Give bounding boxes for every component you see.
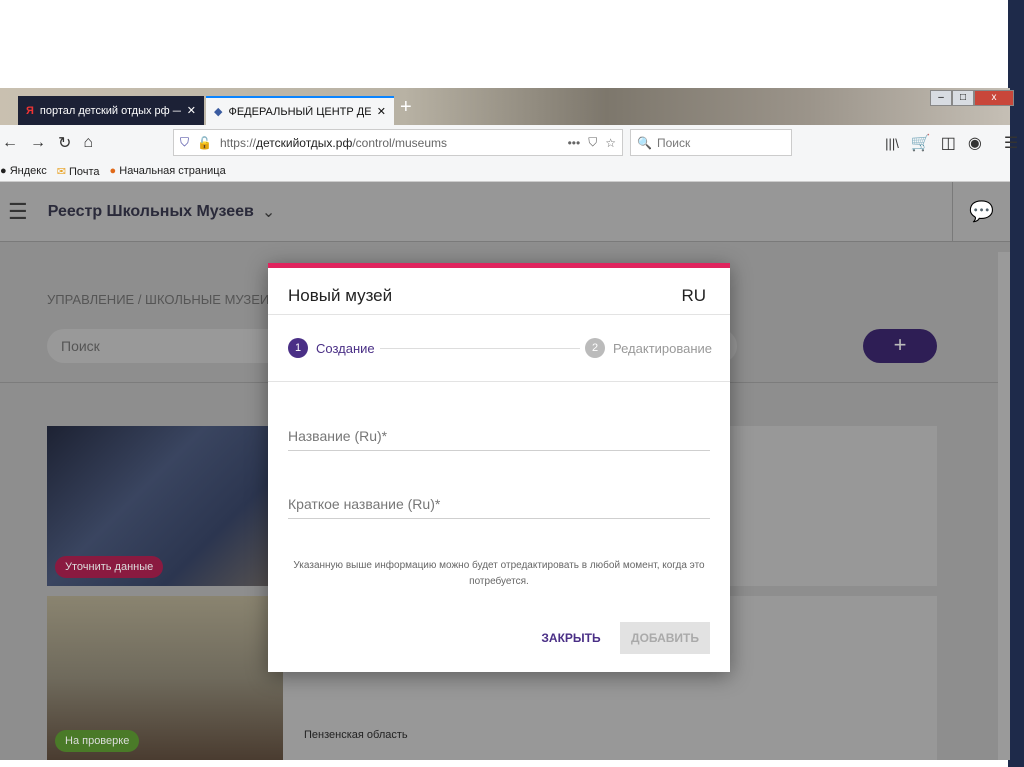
step-label: Создание (316, 340, 375, 356)
app-title: Реестр Школьных Музеев (47, 202, 254, 220)
tab-active[interactable]: ◆ ФЕДЕРАЛЬНЫЙ ЦЕНТР ДЕТС ✕ (206, 96, 394, 125)
dialog-title: Новый музей (288, 286, 393, 305)
url-bar[interactable]: ⛉ 🔓 https://детскийотдых.рф/control/museum… (173, 129, 623, 156)
name-field[interactable]: Название (Ru)* (288, 428, 710, 451)
status-badge: На проверке (55, 730, 140, 752)
site-icon: ◆ (214, 106, 223, 118)
step-number: 1 (288, 338, 308, 358)
url-text: https://детскийотдых.рф/control/museums (219, 135, 448, 150)
divider (268, 314, 730, 315)
star-icon[interactable]: ☆ (605, 136, 616, 150)
short-name-field[interactable]: Краткое название (Ru)* (288, 496, 710, 519)
chevron-down-icon[interactable]: ⌄ (262, 202, 275, 222)
home-icon[interactable]: ⌂ (83, 134, 93, 152)
close-tab-icon[interactable]: ✕ (187, 104, 196, 117)
reload-icon[interactable]: ↻ (58, 133, 71, 153)
browser-search[interactable]: 🔍 Поиск (630, 129, 792, 156)
scrollbar[interactable] (998, 252, 1010, 760)
step-number: 2 (585, 338, 605, 358)
lock-icon: 🔓 (197, 135, 212, 150)
pocket-icon[interactable]: ⛉ (588, 135, 597, 150)
step-create: 1 Создание (288, 338, 375, 358)
more-icon[interactable]: ••• (568, 136, 581, 150)
cart-icon[interactable]: 🛒 (911, 133, 931, 153)
bookmark-home[interactable]: ● Начальная страница (110, 165, 226, 177)
search-icon: 🔍 (637, 135, 652, 150)
step-connector (380, 348, 580, 349)
step-label: Редактирование (613, 340, 713, 356)
close-window-button[interactable]: x (974, 90, 1014, 106)
status-badge: Уточнить данные (55, 556, 164, 578)
app-header: ☰ Реестр Школьных Музеев ⌄ 💬 (0, 182, 1010, 242)
sidebar-icon[interactable]: ◫ (941, 133, 956, 153)
bookmark-mail[interactable]: ✉ Почта (57, 165, 100, 178)
divider (268, 381, 730, 382)
close-tab-icon[interactable]: ✕ (377, 105, 386, 118)
back-icon[interactable]: ← (2, 134, 18, 152)
shield-icon: ⛉ (180, 135, 190, 149)
hamburger-icon[interactable]: ☰ (8, 199, 28, 225)
library-icon[interactable]: |||\ (885, 136, 899, 151)
add-museum-button[interactable]: + (863, 329, 937, 363)
yandex-icon: Я (26, 104, 34, 117)
forward-icon[interactable]: → (30, 134, 46, 152)
bookmarks-bar: ● Яндекс ✉ Почта ● Начальная страница (0, 161, 1010, 182)
window-controls: – □ x (930, 90, 1014, 106)
chat-icon[interactable]: 💬 (952, 182, 1010, 242)
tab-label: ФЕДЕРАЛЬНЫЙ ЦЕНТР ДЕТС (228, 105, 371, 118)
info-note: Указанную выше информацию можно будет от… (293, 560, 705, 587)
region-text: Пензенская область (304, 729, 408, 741)
breadcrumb: УПРАВЛЕНИЕ / ШКОЛЬНЫЕ МУЗЕИ (47, 292, 270, 307)
close-button[interactable]: ЗАКРЫТЬ (536, 622, 606, 654)
bookmark-yandex[interactable]: ● Яндекс (0, 165, 47, 177)
tab-label: портал детский отдых рф — Я (39, 104, 181, 117)
menu-icon[interactable]: ☰ (1004, 133, 1018, 153)
minimize-button[interactable]: – (930, 90, 952, 106)
language-selector[interactable]: RU (681, 286, 706, 306)
new-tab-button[interactable]: + (400, 96, 412, 119)
new-museum-dialog: Новый музей RU 1 Создание 2 Редактирование… (268, 263, 730, 672)
search-placeholder: Поиск (656, 135, 691, 150)
account-icon[interactable]: ◉ (968, 133, 982, 153)
slide-edge (1008, 0, 1024, 767)
maximize-button[interactable]: □ (952, 90, 974, 106)
tab-yandex[interactable]: Япортал детский отдых рф — Я ✕ (18, 96, 204, 125)
step-edit: 2 Редактирование (585, 338, 712, 358)
add-button[interactable]: ДОБАВИТЬ (620, 622, 710, 654)
